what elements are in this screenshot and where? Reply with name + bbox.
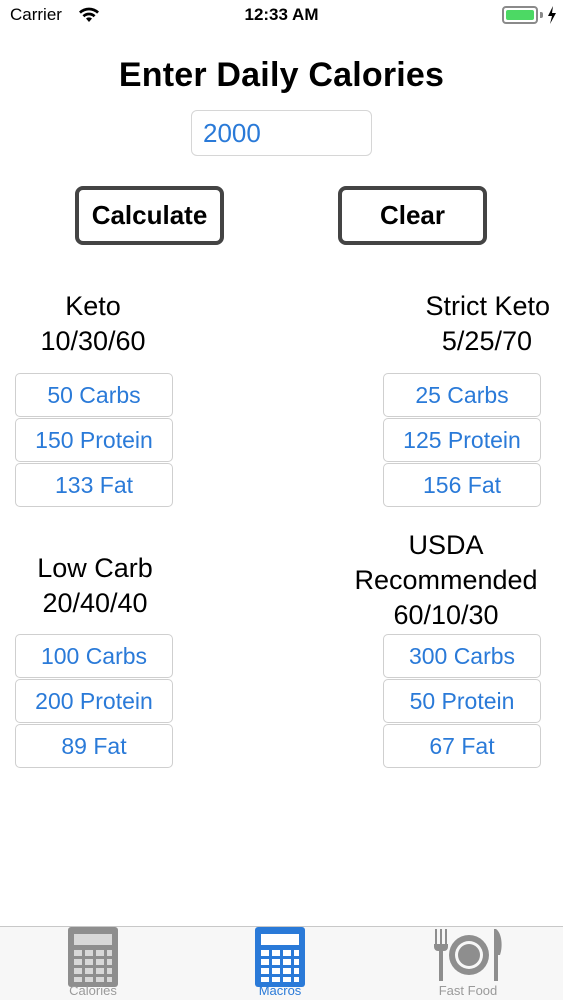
status-bar: Carrier 12:33 AM xyxy=(0,0,563,32)
diet-name: Low Carb xyxy=(37,553,153,583)
diet-name: Strict Keto xyxy=(425,291,550,321)
strict-keto-carbs-button[interactable]: 25 Carbs xyxy=(383,373,541,417)
keto-protein-button[interactable]: 150 Protein xyxy=(15,418,173,462)
charging-icon xyxy=(548,6,556,24)
diet-strict-keto-label: Strict Keto 5/25/70 xyxy=(370,289,550,359)
tab-fast-food[interactable]: Fast Food xyxy=(408,927,528,1000)
battery-tip xyxy=(540,12,543,18)
diet-low-carb-label: Low Carb 20/40/40 xyxy=(0,551,190,621)
tab-label: Macros xyxy=(258,983,302,998)
tab-macros[interactable]: Macros xyxy=(220,927,340,1000)
diet-ratio: 5/25/70 xyxy=(441,326,532,356)
diet-name: Keto xyxy=(65,291,121,321)
clear-button[interactable]: Clear xyxy=(338,186,487,245)
battery-icon xyxy=(502,6,538,24)
diet-name-line1: USDA xyxy=(408,530,484,560)
calories-input[interactable] xyxy=(191,110,372,156)
low-carb-fat-button[interactable]: 89 Fat xyxy=(15,724,173,768)
low-carb-protein-button[interactable]: 200 Protein xyxy=(15,679,173,723)
diet-usda-label: USDA Recommended 60/10/30 xyxy=(330,528,562,633)
strict-keto-protein-button[interactable]: 125 Protein xyxy=(383,418,541,462)
tab-calories[interactable]: Calories xyxy=(33,927,153,1000)
keto-fat-button[interactable]: 133 Fat xyxy=(15,463,173,507)
calculator-icon xyxy=(68,927,118,987)
calculate-button[interactable]: Calculate xyxy=(75,186,224,245)
usda-protein-button[interactable]: 50 Protein xyxy=(383,679,541,723)
status-time: 12:33 AM xyxy=(244,5,319,24)
strict-keto-fat-button[interactable]: 156 Fat xyxy=(383,463,541,507)
tab-label: Fast Food xyxy=(438,983,498,998)
diet-name-line2: Recommended xyxy=(354,565,538,595)
tab-label: Calories xyxy=(69,983,117,998)
tab-bar: Calories Macros Fast Food xyxy=(0,926,563,1000)
diet-ratio: 10/30/60 xyxy=(40,326,146,356)
fork-plate-knife-icon xyxy=(434,929,502,981)
diet-ratio: 60/10/30 xyxy=(393,600,499,630)
low-carb-carbs-button[interactable]: 100 Carbs xyxy=(15,634,173,678)
diet-keto-label: Keto 10/30/60 xyxy=(0,289,186,359)
calculator-icon xyxy=(255,927,305,987)
usda-fat-button[interactable]: 67 Fat xyxy=(383,724,541,768)
usda-carbs-button[interactable]: 300 Carbs xyxy=(383,634,541,678)
diet-ratio: 20/40/40 xyxy=(42,588,148,618)
keto-carbs-button[interactable]: 50 Carbs xyxy=(15,373,173,417)
page-title: Enter Daily Calories xyxy=(118,56,445,94)
